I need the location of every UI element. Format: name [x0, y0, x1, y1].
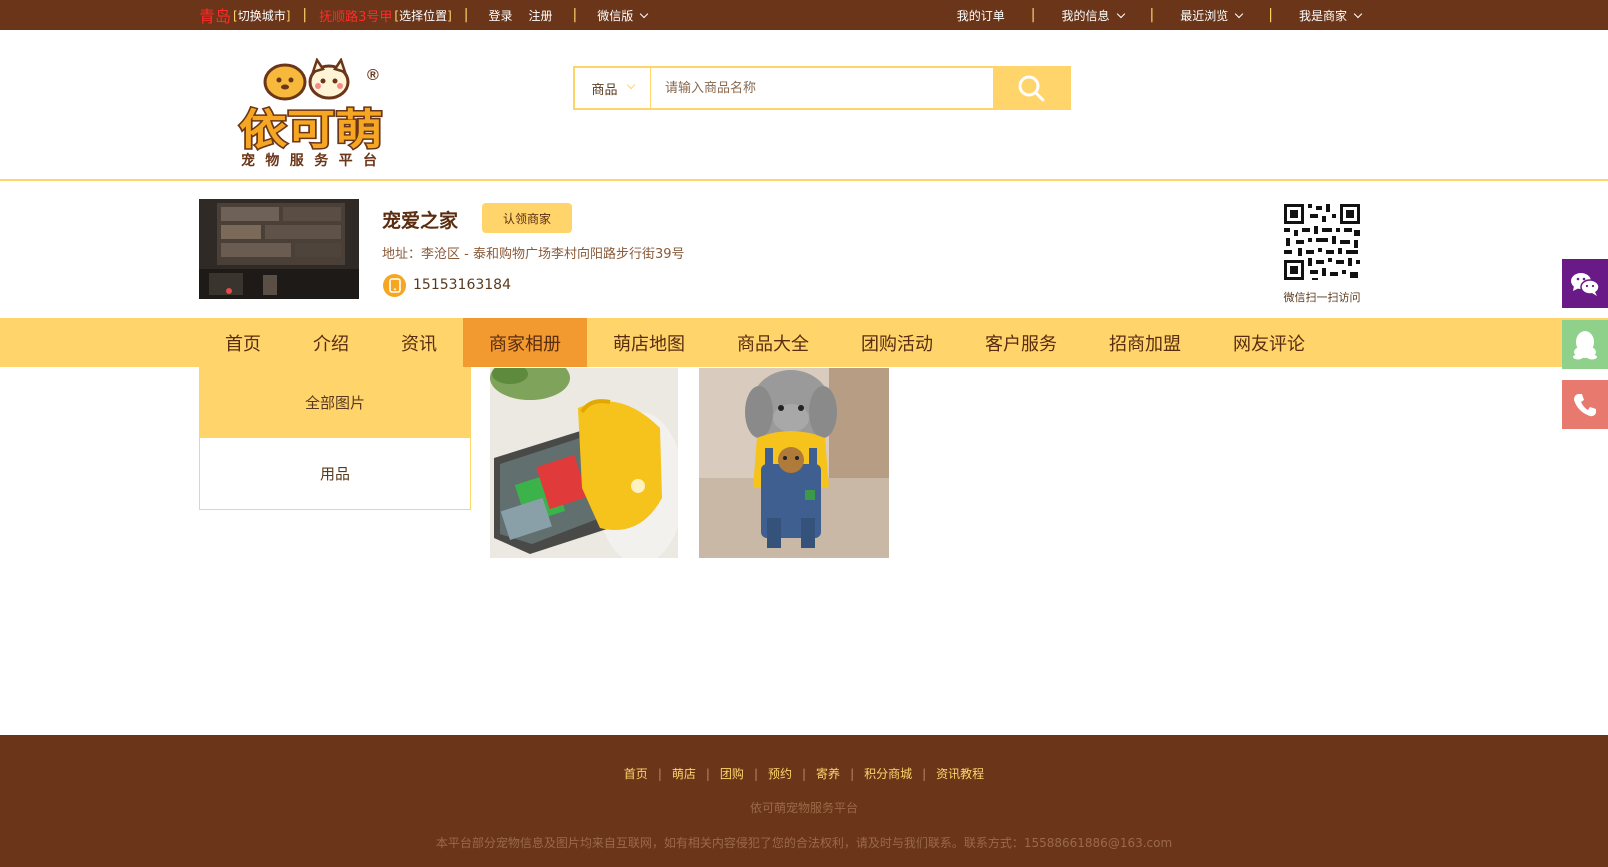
divider: |	[1268, 7, 1273, 23]
nav-item-group-buy[interactable]: 团购活动	[835, 318, 959, 367]
top-bar-left: 青岛 [切换城市] | 抚顺路3号甲 [选择位置] | 登录 注册 | 微信版	[199, 0, 655, 30]
nav-item-reviews[interactable]: 网友评论	[1207, 318, 1331, 367]
footer-link-group-buy[interactable]: 团购	[710, 765, 754, 782]
main-nav: 首页 介绍 资讯 商家相册 萌店地图 商品大全 团购活动 客户服务 招商加盟 网…	[0, 318, 1608, 367]
search-category-label: 商品	[591, 82, 618, 98]
chevron-down-icon	[1116, 9, 1125, 18]
logo-text: 依可萌	[239, 105, 383, 154]
shop-photo	[199, 199, 359, 299]
album-photo-image	[699, 368, 889, 558]
album-photo[interactable]	[699, 368, 889, 558]
nav-item-home[interactable]: 首页	[199, 318, 287, 367]
current-city: 青岛	[199, 7, 232, 26]
album-photo-image	[490, 368, 678, 558]
top-bar-right: 我的订单 | 我的信息 | 最近浏览 | 我是商家	[943, 0, 1375, 30]
merchant-label: 我是商家	[1298, 8, 1347, 23]
chevron-down-icon	[640, 9, 649, 18]
search-icon	[1018, 75, 1045, 102]
top-bar: 青岛 [切换城市] | 抚顺路3号甲 [选择位置] | 登录 注册 | 微信版 …	[0, 0, 1608, 30]
logo-graphic: ® 依可萌 宠物服务平台	[238, 57, 385, 169]
recent-browse-label: 最近浏览	[1180, 8, 1229, 23]
qr-code	[1282, 202, 1362, 282]
shop-address: 地址：李沧区 - 泰和购物广场李村向阳路步行街39号	[382, 247, 685, 262]
select-location-link[interactable]: [选择位置]	[394, 7, 451, 24]
nav-item-products[interactable]: 商品大全	[711, 318, 835, 367]
nav-item-intro[interactable]: 介绍	[287, 318, 375, 367]
chevron-down-icon	[1353, 9, 1363, 18]
footer-link-shops[interactable]: 萌店	[662, 765, 706, 782]
mobile-phone-glyph	[388, 278, 401, 293]
divider: |	[1030, 7, 1036, 23]
switch-city-label: 切换城市	[237, 8, 286, 23]
site-logo[interactable]: ® 依可萌 宠物服务平台	[237, 57, 387, 170]
search-input[interactable]	[651, 68, 993, 108]
shop-photo-image	[199, 199, 359, 299]
nav-item-album[interactable]: 商家相册	[463, 318, 587, 367]
chevron-down-icon	[1235, 9, 1244, 18]
nav-item-news[interactable]: 资讯	[375, 318, 463, 367]
register-link[interactable]: 注册	[529, 7, 553, 24]
album-category-all[interactable]: 全部图片	[200, 367, 470, 438]
shop-phone: 15153163184	[413, 277, 511, 293]
nav-item-shop-map[interactable]: 萌店地图	[587, 318, 711, 367]
search-bar: 商品	[573, 66, 1071, 110]
footer-link-boarding[interactable]: 寄养	[806, 765, 850, 782]
mobile-phone-icon	[383, 274, 406, 297]
footer: 首页 | 萌店 | 团购 | 预约 | 寄养 | 积分商城 | 资讯教程 依可萌…	[0, 735, 1608, 867]
top-bar-inner: 青岛 [切换城市] | 抚顺路3号甲 [选择位置] | 登录 注册 | 微信版 …	[199, 0, 1375, 30]
phone-icon	[1574, 393, 1596, 416]
logo-subtitle: 宠物服务平台	[241, 152, 377, 169]
album-photo[interactable]	[490, 368, 678, 558]
login-link[interactable]: 登录	[489, 7, 513, 24]
search-category-select[interactable]: 商品	[575, 68, 651, 108]
divider: |	[572, 7, 578, 23]
select-location-label: 选择位置	[399, 8, 448, 23]
qr-caption: 微信扫一扫访问	[1283, 291, 1361, 304]
qq-icon	[1573, 330, 1597, 359]
switch-city-link[interactable]: [切换城市]	[233, 7, 290, 24]
footer-links: 首页 | 萌店 | 团购 | 预约 | 寄养 | 积分商城 | 资讯教程	[0, 765, 1608, 782]
wechat-version-label: 微信版	[597, 8, 634, 23]
footer-link-booking[interactable]: 预约	[758, 765, 802, 782]
search-button[interactable]	[993, 68, 1069, 108]
footer-link-points-mall[interactable]: 积分商城	[854, 765, 922, 782]
chevron-down-icon	[626, 80, 635, 90]
nav-item-franchise[interactable]: 招商加盟	[1083, 318, 1207, 367]
footer-notice: 本平台部分宠物信息及图片均来自互联网，如有相关内容侵犯了您的合法权利，请及时与我…	[435, 836, 1173, 850]
current-location: 抚顺路3号甲	[319, 9, 393, 25]
footer-link-tutorials[interactable]: 资讯教程	[926, 765, 994, 782]
divider: |	[463, 7, 469, 23]
divider: |	[1149, 7, 1155, 23]
recent-browse-menu[interactable]: 最近浏览	[1180, 7, 1244, 24]
main-nav-items: 首页 介绍 资讯 商家相册 萌店地图 商品大全 团购活动 客户服务 招商加盟 网…	[199, 318, 1331, 367]
qr-code-icon	[1282, 202, 1362, 282]
merchant-menu[interactable]: 我是商家	[1298, 7, 1363, 24]
shop-name: 宠爱之家	[382, 210, 459, 232]
my-info-label: 我的信息	[1061, 8, 1110, 23]
wechat-version-menu[interactable]: 微信版	[597, 7, 649, 24]
qq-float-button[interactable]	[1562, 320, 1608, 369]
nav-item-customer-service[interactable]: 客户服务	[959, 318, 1083, 367]
header: ® 依可萌 宠物服务平台 商品	[0, 30, 1608, 181]
my-orders-link[interactable]: 我的订单	[957, 7, 1005, 24]
album-category-supplies[interactable]: 用品	[200, 438, 470, 509]
wechat-icon	[1571, 272, 1600, 296]
footer-site-name: 依可萌宠物服务平台	[749, 801, 858, 815]
divider: |	[302, 7, 308, 23]
wechat-float-button[interactable]	[1562, 259, 1608, 308]
phone-float-button[interactable]	[1562, 380, 1608, 429]
my-info-menu[interactable]: 我的信息	[1061, 7, 1125, 24]
album-categories: 全部图片 用品	[199, 367, 471, 510]
claim-merchant-button[interactable]: 认领商家	[482, 203, 572, 233]
svg-text:®: ®	[367, 67, 379, 84]
footer-link-home[interactable]: 首页	[614, 765, 658, 782]
